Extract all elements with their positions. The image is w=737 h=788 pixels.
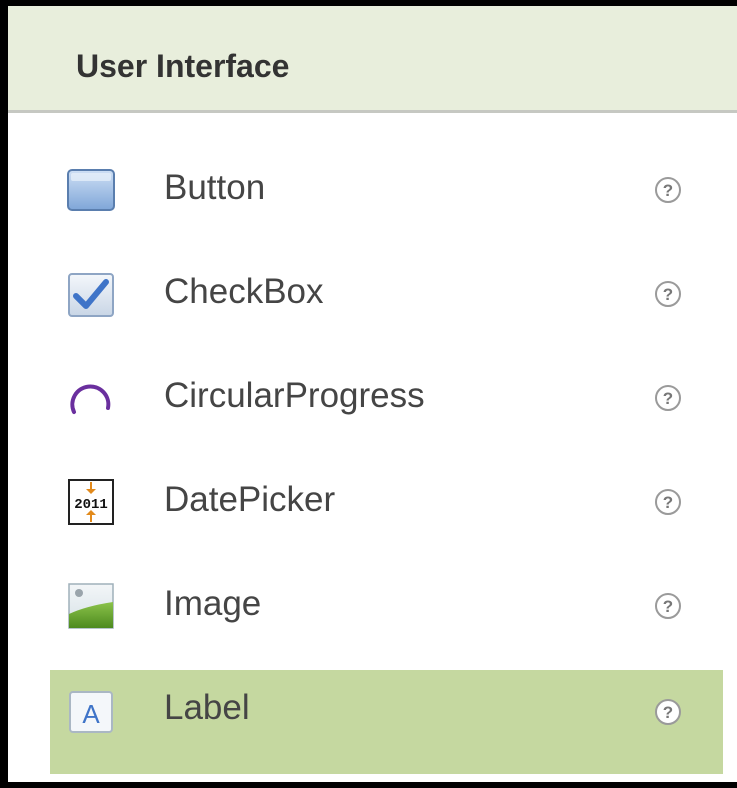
palette-item-image[interactable]: Image ? (8, 546, 737, 650)
palette-item-checkbox[interactable]: CheckBox ? (8, 234, 737, 338)
help-icon[interactable]: ? (653, 591, 683, 621)
svg-text:?: ? (663, 389, 673, 408)
label-icon: A (66, 686, 116, 736)
svg-text:?: ? (663, 285, 673, 304)
circular-progress-icon (66, 372, 116, 422)
user-interface-palette: User Interface Button ? CheckBox ? Circu… (0, 0, 737, 788)
palette-item-circularprogress[interactable]: CircularProgress ? (8, 338, 737, 442)
help-icon[interactable]: ? (653, 383, 683, 413)
palette-item-label: Button (164, 168, 266, 207)
help-icon[interactable]: ? (653, 697, 683, 727)
button-icon (66, 164, 116, 214)
datepicker-icon-text: 2011 (74, 497, 108, 513)
palette-item-label-selected[interactable]: A Label ? (50, 670, 723, 774)
palette-item-label: Label (164, 688, 250, 727)
checkbox-icon (66, 268, 116, 318)
palette-header[interactable]: User Interface (8, 6, 737, 113)
svg-text:?: ? (663, 181, 673, 200)
label-icon-text: A (82, 699, 100, 729)
palette-item-datepicker[interactable]: 2011 DatePicker ? (8, 442, 737, 546)
svg-text:?: ? (663, 493, 673, 512)
palette-item-label: DatePicker (164, 480, 336, 519)
svg-text:?: ? (663, 597, 673, 616)
palette-item-button[interactable]: Button ? (8, 130, 737, 234)
palette-item-label: Image (164, 584, 262, 623)
palette-item-label: CheckBox (164, 272, 324, 311)
help-icon[interactable]: ? (653, 279, 683, 309)
palette-item-label: CircularProgress (164, 376, 425, 415)
svg-text:?: ? (663, 703, 673, 722)
help-icon[interactable]: ? (653, 487, 683, 517)
help-icon[interactable]: ? (653, 175, 683, 205)
image-icon (66, 580, 116, 630)
palette-title: User Interface (76, 48, 290, 84)
datepicker-icon: 2011 (66, 476, 116, 526)
